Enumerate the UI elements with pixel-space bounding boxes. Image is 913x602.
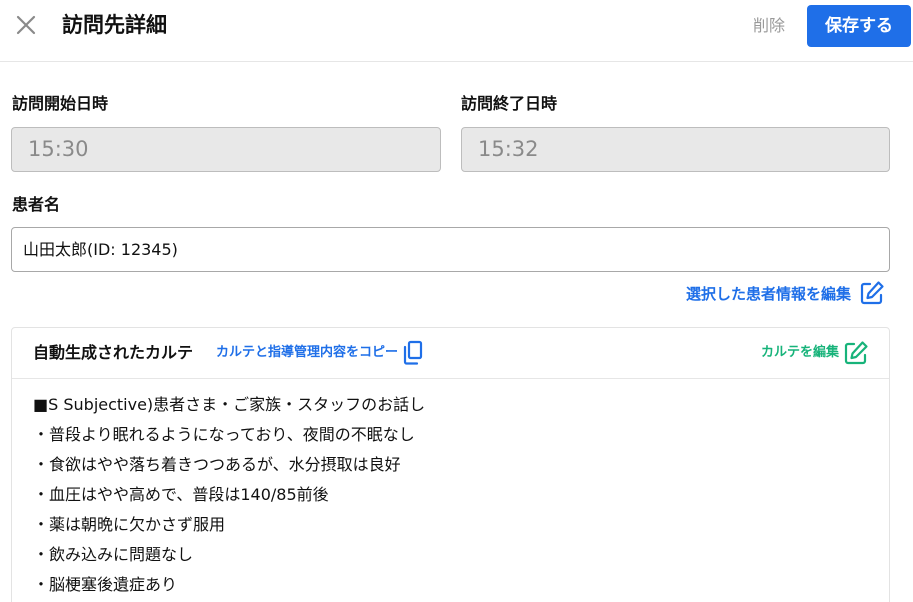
- end-time-label: 訪問終了日時: [461, 94, 558, 113]
- karte-card-header: 自動生成されたカルテ カルテと指導管理内容をコピー カルテを編集: [12, 328, 889, 379]
- start-time-field[interactable]: 15:30: [11, 127, 441, 172]
- karte-line: ・薬は朝晩に欠かさず服用: [33, 515, 226, 534]
- karte-line: ■S Subjective)患者さま・ご家族・スタッフのお話し: [33, 395, 426, 414]
- karte-line: ・脳梗塞後遺症あり: [33, 575, 178, 594]
- patient-name-field[interactable]: 山田太郎(ID: 12345): [11, 227, 890, 272]
- edit-patient-link[interactable]: 選択した患者情報を編集: [686, 279, 885, 307]
- header: 訪問先詳細 削除 保存する: [0, 0, 913, 62]
- end-time-field[interactable]: 15:32: [461, 127, 890, 172]
- edit-icon: [860, 281, 884, 305]
- copy-icon: [403, 340, 423, 365]
- karte-title: 自動生成されたカルテ: [33, 343, 194, 362]
- close-button[interactable]: [12, 11, 40, 39]
- copy-karte-label: カルテと指導管理内容をコピー: [216, 345, 399, 360]
- edit-karte-label: カルテを編集: [760, 345, 839, 360]
- karte-body: ■S Subjective)患者さま・ご家族・スタッフのお話し ・普段より眠れる…: [33, 390, 873, 600]
- karte-card: 自動生成されたカルテ カルテと指導管理内容をコピー カルテを編集 ■S Subj…: [11, 327, 890, 602]
- copy-karte-button[interactable]: カルテと指導管理内容をコピー: [216, 340, 424, 366]
- patient-name-label: 患者名: [12, 195, 61, 214]
- page-title: 訪問先詳細: [62, 13, 167, 37]
- karte-line: ・食欲はやや落ち着きつつあるが、水分摂取は良好: [33, 455, 401, 474]
- edit-karte-button[interactable]: カルテを編集: [761, 340, 869, 366]
- edit-patient-label: 選択した患者情報を編集: [685, 284, 851, 303]
- delete-button[interactable]: 削除: [742, 12, 796, 40]
- save-button[interactable]: 保存する: [807, 5, 911, 47]
- close-icon: [16, 15, 36, 35]
- karte-line: ・血圧はやや高めで、普段は140/85前後: [33, 485, 329, 504]
- karte-line: ・普段より眠れるようになっており、夜間の不眠なし: [33, 425, 415, 444]
- edit-icon: [844, 341, 868, 365]
- karte-line: ・飲み込みに問題なし: [33, 545, 194, 564]
- start-time-label: 訪問開始日時: [12, 94, 109, 113]
